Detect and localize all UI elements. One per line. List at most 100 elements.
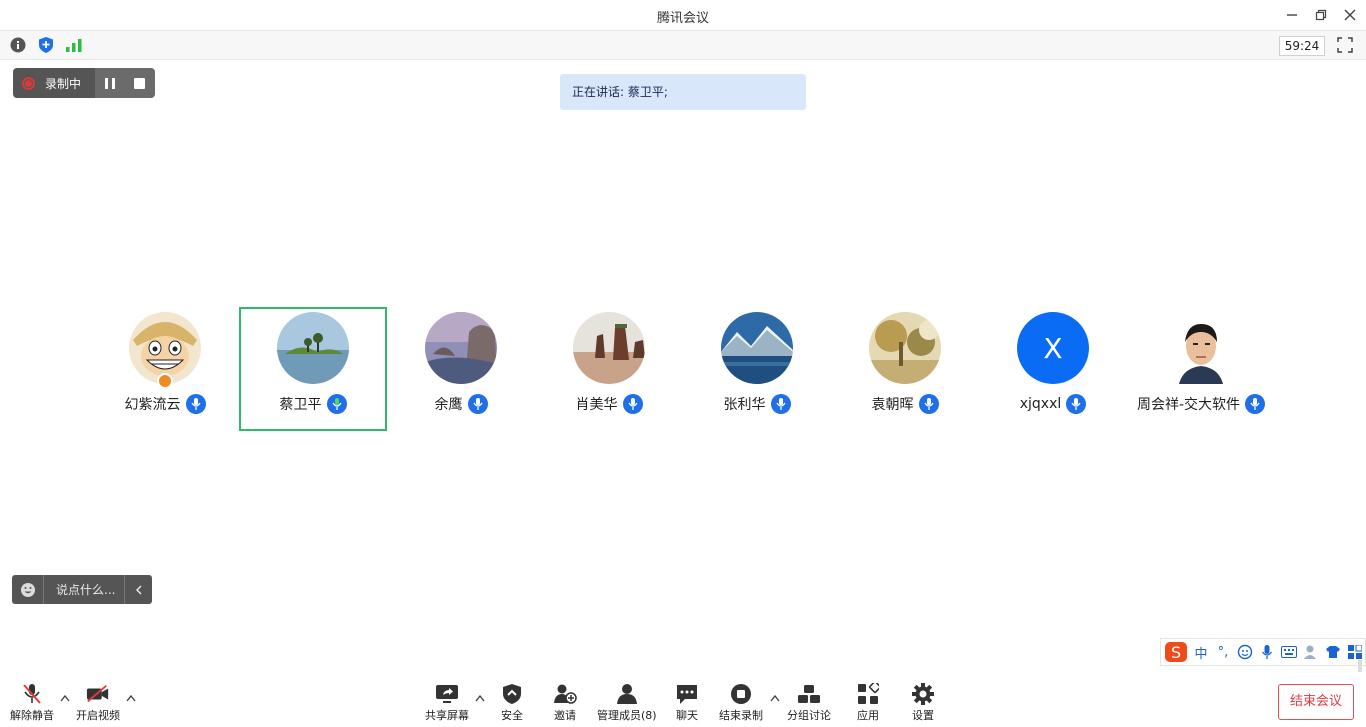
participant-tile[interactable]: 袁朝晖 xyxy=(831,307,979,431)
participant-name: 肖美华 xyxy=(575,397,618,413)
collapse-chat-button[interactable] xyxy=(124,575,152,604)
mountain-lake-avatar xyxy=(721,312,793,384)
mic-icon xyxy=(622,394,643,414)
ime-tools-icon[interactable] xyxy=(1345,641,1365,663)
minimize-icon xyxy=(1287,14,1297,16)
security-button[interactable]: 安全 xyxy=(500,682,524,723)
close-button[interactable] xyxy=(1339,4,1361,26)
ime-user-icon[interactable] xyxy=(1301,641,1321,663)
participant-tile[interactable]: X xjqxxl xyxy=(979,307,1127,431)
breakout-rooms-button[interactable]: 分组讨论 xyxy=(787,682,831,723)
participant-tile[interactable]: 周会祥-交大软件 xyxy=(1127,307,1275,431)
mic-muted-icon xyxy=(20,682,44,706)
participant-name: 周会祥-交大软件 xyxy=(1136,397,1241,413)
participant-name: 袁朝晖 xyxy=(871,397,914,413)
recording-actions xyxy=(95,68,155,98)
network-status-button[interactable] xyxy=(65,36,83,54)
painting-avatar xyxy=(869,312,941,384)
close-icon xyxy=(1344,9,1356,21)
participant-name: 幻紫流云 xyxy=(124,397,181,413)
photo-man-avatar xyxy=(1165,312,1237,384)
restore-button[interactable] xyxy=(1310,4,1332,26)
fullscreen-button[interactable] xyxy=(1337,37,1355,55)
host-badge-icon xyxy=(157,373,173,389)
ime-voice-icon[interactable] xyxy=(1257,641,1277,663)
title-bar: 腾讯会议 xyxy=(0,0,1366,31)
record-options-button[interactable] xyxy=(770,694,780,704)
recording-label: 录制中 xyxy=(45,76,82,91)
participant-name-row: 蔡卫平 xyxy=(241,394,385,414)
ime-emoji-icon[interactable] xyxy=(1235,641,1255,663)
participant-name: 余鹰 xyxy=(434,397,463,413)
minimize-button[interactable] xyxy=(1281,4,1303,26)
gear-icon xyxy=(911,682,935,706)
info-bar: 59:24 xyxy=(0,31,1366,60)
mic-icon xyxy=(467,394,488,414)
mic-icon xyxy=(1245,394,1266,414)
recording-control: 录制中 xyxy=(13,68,155,98)
emoji-button[interactable] xyxy=(12,575,44,604)
participant-tile[interactable]: 肖美华 xyxy=(535,307,683,431)
ime-skin-icon[interactable] xyxy=(1323,641,1343,663)
apps-label: 应用 xyxy=(857,709,879,722)
meeting-timer: 59:24 xyxy=(1279,36,1325,56)
letter-avatar: X xyxy=(1017,312,1089,384)
avatar xyxy=(277,312,349,384)
share-options-button[interactable] xyxy=(475,694,485,704)
share-screen-button[interactable]: 共享屏幕 xyxy=(425,682,469,723)
participant-name-row: 余鹰 xyxy=(387,394,535,414)
sea-stacks-avatar xyxy=(573,312,645,384)
chevron-up-icon xyxy=(475,694,485,702)
chat-label: 聊天 xyxy=(676,709,698,722)
security-status-button[interactable] xyxy=(37,36,55,54)
participant-name-row: 幻紫流云 xyxy=(91,394,239,414)
quick-chat-input[interactable]: 说点什么... xyxy=(12,575,152,604)
settings-label: 设置 xyxy=(912,709,934,722)
avatar xyxy=(721,312,793,384)
record-icon xyxy=(22,76,35,90)
manage-members-button[interactable]: 管理成员(8) xyxy=(597,682,657,723)
emoji-icon xyxy=(20,582,35,597)
chevron-left-icon xyxy=(135,585,141,594)
start-video-button[interactable]: 开启视频 xyxy=(76,682,120,723)
pause-recording-button[interactable] xyxy=(104,77,115,89)
recording-status: 录制中 xyxy=(13,68,95,98)
apps-button[interactable]: 应用 xyxy=(856,682,880,723)
chat-placeholder[interactable]: 说点什么... xyxy=(44,581,124,598)
chat-bubble-icon xyxy=(675,682,699,706)
invite-button[interactable]: 邀请 xyxy=(553,682,577,723)
shield-icon xyxy=(39,37,53,53)
camera-off-icon xyxy=(86,682,110,706)
ime-punct-toggle[interactable]: °, xyxy=(1213,641,1233,663)
participant-tile[interactable]: 张利华 xyxy=(683,307,831,431)
participant-tile[interactable]: 余鹰 xyxy=(387,307,535,431)
participant-name-row: 周会祥-交大软件 xyxy=(1127,394,1275,414)
sogou-logo-icon[interactable]: S xyxy=(1163,641,1189,663)
members-icon xyxy=(615,682,639,706)
ime-mode-toggle[interactable]: 中 xyxy=(1191,641,1211,663)
avatar xyxy=(573,312,645,384)
settings-button[interactable]: 设置 xyxy=(911,682,935,723)
audio-options-button[interactable] xyxy=(60,694,70,704)
chevron-up-icon xyxy=(126,694,136,702)
participant-name: xjqxxl xyxy=(1019,396,1062,412)
add-user-icon xyxy=(553,682,577,706)
mic-speaking-icon xyxy=(326,394,347,414)
chevron-up-icon xyxy=(60,694,70,702)
video-options-button[interactable] xyxy=(126,694,136,704)
participant-tile-active-speaker[interactable]: 蔡卫平 xyxy=(239,307,387,431)
unmute-label: 解除静音 xyxy=(10,709,54,722)
chat-button[interactable]: 聊天 xyxy=(675,682,699,723)
restore-icon xyxy=(1315,9,1327,21)
unmute-button[interactable]: 解除静音 xyxy=(10,682,54,723)
ime-keyboard-icon[interactable] xyxy=(1279,641,1299,663)
stop-recording-toolbar-button[interactable]: 结束录制 xyxy=(719,682,763,723)
end-meeting-button[interactable]: 结束会议 xyxy=(1278,684,1354,720)
participant-tile[interactable]: 幻紫流云 xyxy=(91,307,239,431)
share-screen-label: 共享屏幕 xyxy=(425,709,469,722)
participant-name-row: 张利华 xyxy=(683,394,831,414)
chevron-up-icon xyxy=(770,694,780,702)
participant-name-row: 肖美华 xyxy=(535,394,683,414)
meeting-info-button[interactable] xyxy=(9,36,27,54)
stop-recording-button[interactable] xyxy=(134,77,146,89)
